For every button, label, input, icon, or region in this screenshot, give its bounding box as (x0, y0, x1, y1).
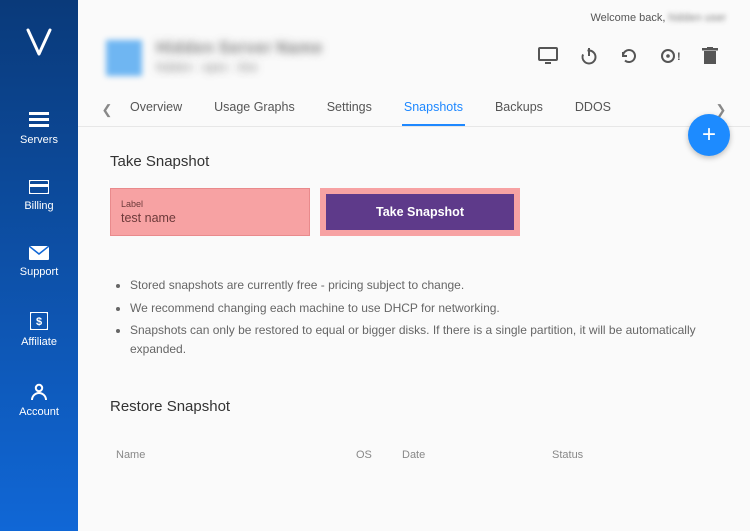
person-icon (30, 382, 48, 400)
welcome-username: hidden user (669, 12, 727, 24)
server-subtitle: hidden · spec · line (156, 60, 322, 74)
sidebar: Servers Billing Support $ Affiliate Acco… (0, 0, 78, 531)
disc-alert-icon[interactable]: ! (660, 47, 680, 65)
tab-backups[interactable]: Backups (493, 94, 545, 126)
main-area: Welcome back, hidden user Hidden Server … (78, 0, 750, 531)
card-icon (29, 180, 49, 194)
topbar: Welcome back, hidden user (78, 0, 750, 28)
sidebar-item-label: Support (20, 266, 59, 278)
console-icon[interactable] (538, 47, 558, 65)
server-avatar (106, 40, 142, 76)
sidebar-item-label: Billing (24, 200, 53, 212)
snapshot-notes: Stored snapshots are currently free - pr… (130, 276, 718, 358)
sidebar-item-support[interactable]: Support (0, 232, 78, 298)
tab-snapshots[interactable]: Snapshots (402, 94, 465, 126)
sidebar-item-label: Account (19, 406, 59, 418)
tab-settings[interactable]: Settings (325, 94, 374, 126)
take-snapshot-button-label: Take Snapshot (376, 205, 464, 219)
tabs-prev-icon[interactable]: ❮ (96, 102, 118, 118)
note-item: Stored snapshots are currently free - pr… (130, 276, 718, 295)
tab-overview[interactable]: Overview (128, 94, 184, 126)
server-title: Hidden Server Name (156, 38, 322, 58)
refresh-icon[interactable] (620, 47, 638, 65)
snapshot-label-field[interactable]: Label (110, 188, 310, 236)
sidebar-item-affiliate[interactable]: $ Affiliate (0, 298, 78, 368)
col-status: Status (552, 449, 712, 461)
trash-icon[interactable] (702, 47, 718, 65)
sidebar-item-label: Affiliate (21, 336, 57, 348)
tabs-row: ❮ Overview Usage Graphs Settings Snapsho… (78, 76, 750, 127)
sidebar-item-billing[interactable]: Billing (0, 166, 78, 232)
restore-snapshot-title: Restore Snapshot (110, 398, 718, 415)
restore-table-header: Name OS Date Status (110, 433, 718, 469)
svg-text:$: $ (36, 316, 42, 328)
content: Take Snapshot Label Take Snapshot Stored… (78, 127, 750, 531)
header-actions: ! (538, 47, 722, 65)
snapshot-label-caption: Label (121, 199, 299, 209)
add-fab[interactable]: + (688, 114, 730, 156)
sidebar-item-account[interactable]: Account (0, 368, 78, 438)
server-header: Hidden Server Name hidden · spec · line … (78, 28, 750, 76)
col-date: Date (402, 449, 552, 461)
snapshot-form: Label Take Snapshot (110, 188, 718, 236)
list-icon (29, 112, 49, 128)
note-item: Snapshots can only be restored to equal … (130, 321, 718, 358)
power-icon[interactable] (580, 47, 598, 65)
snapshot-label-input[interactable] (121, 211, 299, 225)
sidebar-item-servers[interactable]: Servers (0, 98, 78, 166)
mail-icon (29, 246, 49, 260)
note-item: We recommend changing each machine to us… (130, 299, 718, 318)
plus-icon: + (702, 121, 716, 149)
col-os: OS (356, 449, 402, 461)
tab-ddos[interactable]: DDOS (573, 94, 613, 126)
take-snapshot-button[interactable]: Take Snapshot (320, 188, 520, 236)
tab-usage-graphs[interactable]: Usage Graphs (212, 94, 297, 126)
tabs: Overview Usage Graphs Settings Snapshots… (118, 94, 710, 126)
sidebar-item-label: Servers (20, 134, 58, 146)
server-title-block: Hidden Server Name hidden · spec · line (156, 38, 322, 74)
dollar-icon: $ (30, 312, 48, 330)
brand-logo (26, 28, 52, 58)
svg-text:!: ! (677, 51, 680, 63)
take-snapshot-title: Take Snapshot (110, 153, 718, 170)
welcome-prefix: Welcome back, (590, 12, 665, 24)
col-name: Name (116, 449, 356, 461)
